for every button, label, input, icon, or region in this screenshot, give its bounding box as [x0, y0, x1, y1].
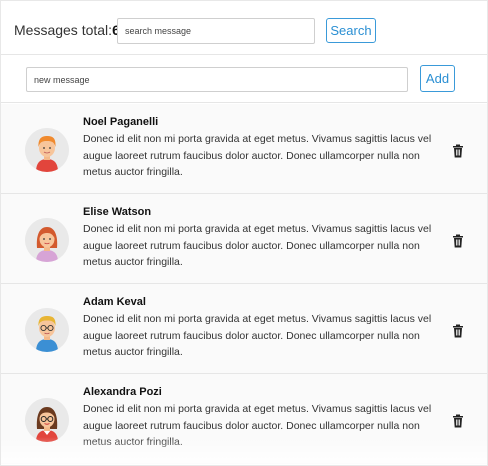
messages-header: Messages total:6 Search [1, 1, 487, 55]
woman-glasses-avatar-icon [25, 398, 69, 442]
trash-icon[interactable] [452, 234, 464, 248]
trash-icon[interactable] [452, 324, 464, 338]
woman-red-hair-avatar-icon [25, 218, 69, 262]
man-glasses-avatar-icon [25, 308, 69, 352]
trash-icon[interactable] [452, 414, 464, 428]
message-text: Donec id elit non mi porta gravida at eg… [83, 313, 432, 358]
search-input[interactable] [117, 18, 315, 44]
messages-total: Messages total:6 [14, 22, 120, 38]
message-text: Donec id elit non mi porta gravida at eg… [83, 133, 432, 178]
add-button[interactable]: Add [420, 65, 455, 92]
message-text: Donec id elit non mi porta gravida at eg… [83, 223, 432, 268]
message-author: Elise Watson [83, 206, 152, 218]
message-list: Noel Paganelli Donec id elit non mi port… [1, 104, 487, 464]
new-message-input[interactable] [26, 67, 408, 92]
message-text: Donec id elit non mi porta gravida at eg… [83, 403, 432, 448]
search-button[interactable]: Search [326, 18, 376, 43]
message-item: Alexandra Pozi Donec id elit non mi port… [1, 374, 487, 464]
message-author: Alexandra Pozi [83, 386, 162, 398]
messages-panel: Messages total:6 Search Add Noe [0, 0, 488, 466]
message-author: Noel Paganelli [83, 116, 159, 128]
message-author: Adam Keval [83, 296, 146, 308]
message-item: Elise Watson Donec id elit non mi porta … [1, 194, 487, 284]
man-red-hair-avatar-icon [25, 128, 69, 172]
message-item: Noel Paganelli Donec id elit non mi port… [1, 104, 487, 194]
messages-total-label: Messages total: [14, 22, 113, 38]
trash-icon[interactable] [452, 144, 464, 158]
new-message-composer: Add [1, 56, 487, 103]
message-item: Adam Keval Donec id elit non mi porta gr… [1, 284, 487, 374]
